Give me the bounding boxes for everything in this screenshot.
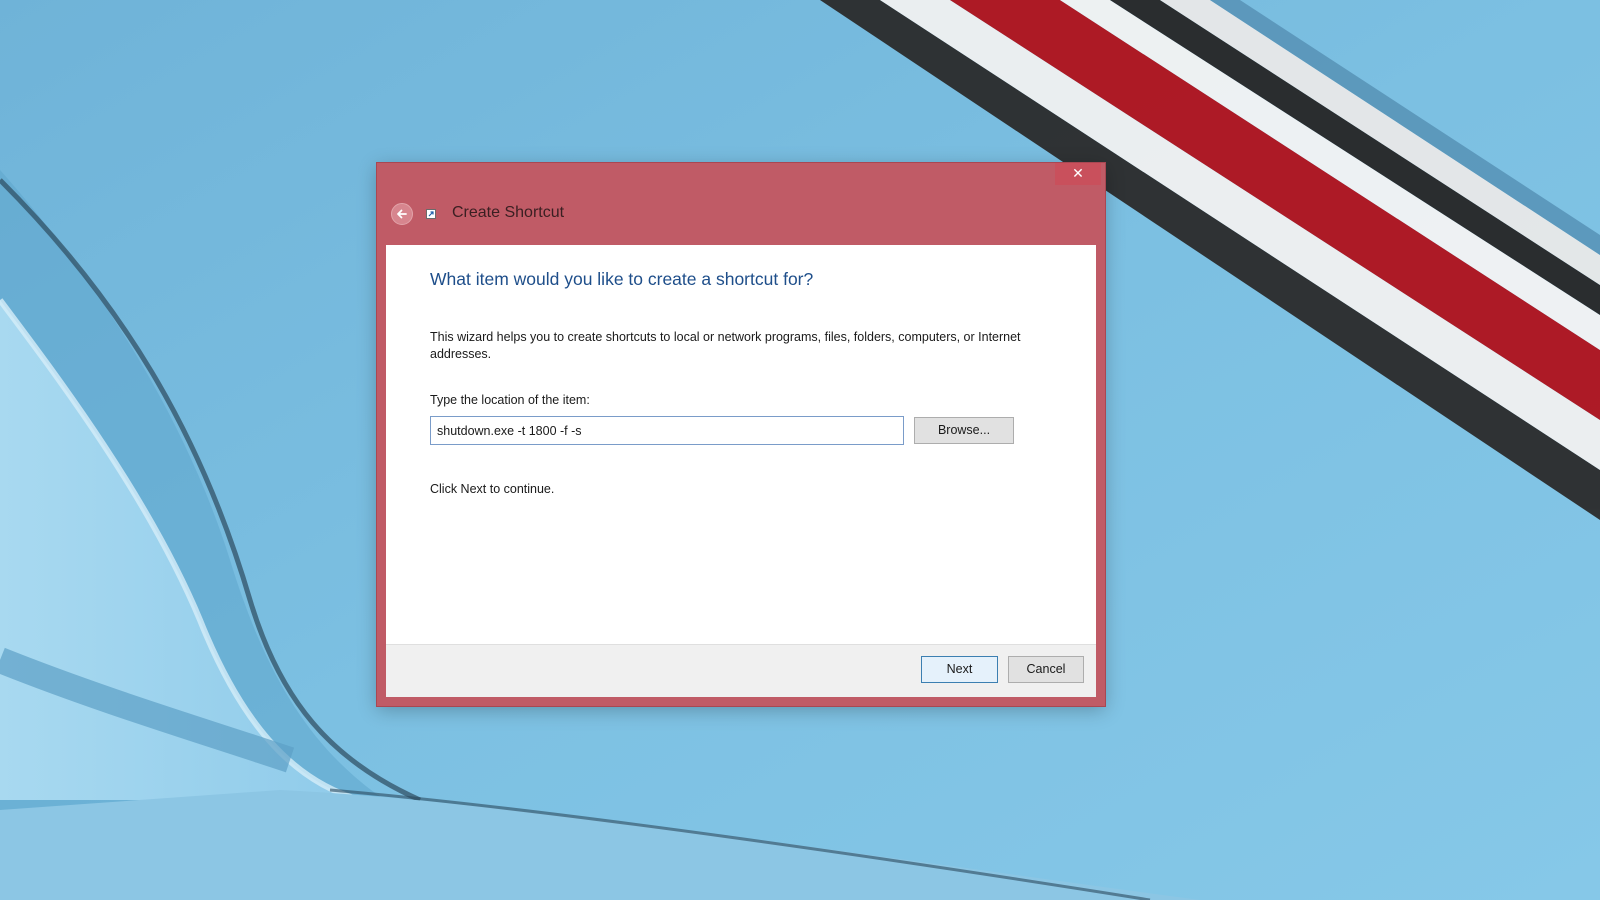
next-button[interactable]: Next	[921, 656, 998, 683]
location-input[interactable]	[430, 416, 904, 445]
close-icon: ✕	[1072, 166, 1084, 182]
wizard-heading: What item would you like to create a sho…	[430, 269, 814, 289]
back-button[interactable]	[391, 203, 413, 225]
browse-button[interactable]: Browse...	[914, 417, 1014, 444]
shortcut-icon	[426, 209, 436, 219]
window-title: Create Shortcut	[452, 204, 565, 221]
location-label: Type the location of the item:	[430, 393, 590, 407]
wizard-content: What item would you like to create a sho…	[386, 245, 1096, 697]
wizard-description: This wizard helps you to create shortcut…	[430, 330, 1021, 361]
back-arrow-icon	[397, 209, 407, 219]
dialog-titlebar: Create Shortcut	[377, 197, 1105, 231]
create-shortcut-dialog: ✕ Create Shortcut What item would you li…	[377, 163, 1105, 706]
cancel-button[interactable]: Cancel	[1008, 656, 1084, 683]
close-button[interactable]: ✕	[1055, 163, 1101, 185]
wizard-footer: Next Cancel	[386, 644, 1096, 697]
continue-hint: Click Next to continue.	[430, 482, 555, 496]
